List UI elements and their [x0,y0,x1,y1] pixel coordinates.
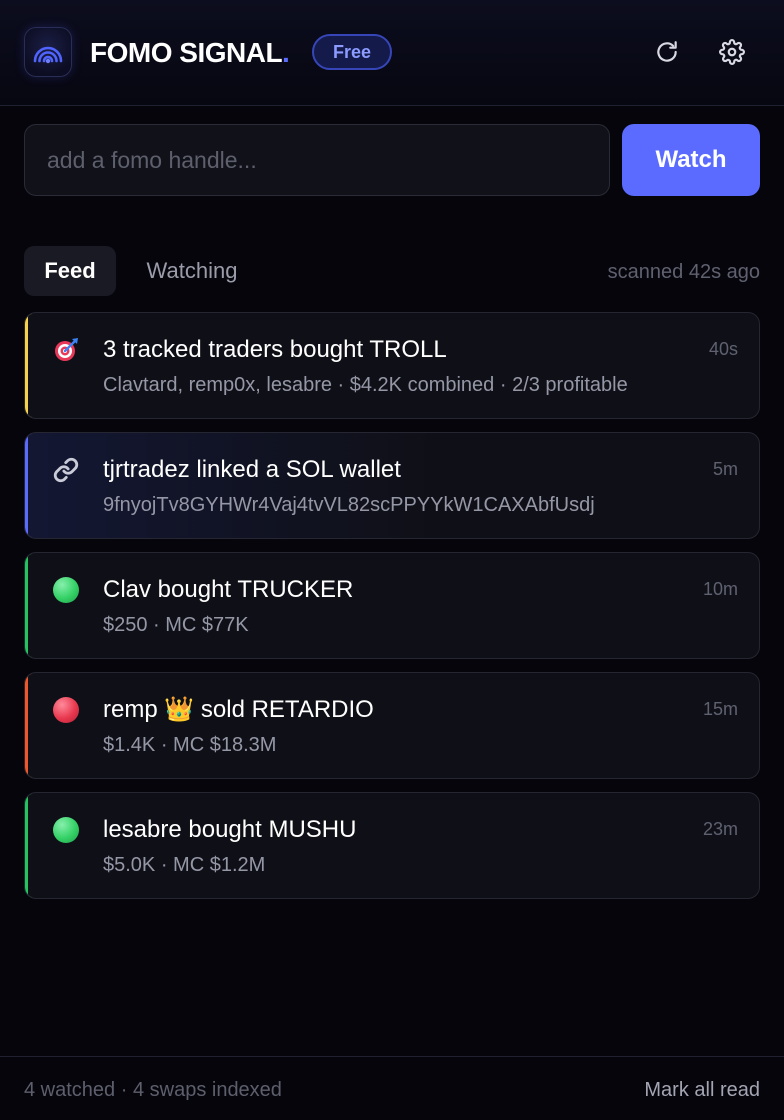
app-logo [24,27,72,77]
feed-item-title: Clav bought TRUCKER [103,576,354,603]
green-circle-icon [53,577,79,603]
feed-item-title: remp 👑 sold RETARDIO [103,696,374,723]
app-footer: 4 watched · 4 swaps indexed Mark all rea… [0,1056,784,1120]
feed-item-time: 15m [702,699,738,719]
feed-item[interactable]: remp 👑 sold RETARDIO $1.4K · MC $18.3M 1… [24,672,760,779]
feed-item[interactable]: lesabre bought MUSHU $5.0K · MC $1.2M 23… [24,792,760,899]
feed-item-time: 23m [702,819,738,839]
plan-badge: Free [312,34,392,70]
tab-watching[interactable]: Watching [126,246,258,296]
target-icon [53,337,79,363]
feed-item-title: 3 tracked traders bought TROLL [103,336,447,363]
accent-stripe [25,553,32,658]
refresh-icon [657,41,677,62]
mark-all-read-link[interactable]: Mark all read [644,1077,760,1103]
feed-item-subtitle: $5.0K · MC $1.2M [103,854,266,876]
green-circle-icon [53,817,79,843]
feed-item-time: 40s [708,339,738,359]
feed-item-title: tjrtradez linked a SOL wallet [103,456,401,483]
watch-button[interactable]: Watch [622,124,760,196]
accent-stripe [25,313,32,418]
feed-item-time: 5m [712,459,738,479]
feed-item[interactable]: Clav bought TRUCKER $250 · MC $77K 10m [24,552,760,659]
feed-item-subtitle: $250 · MC $77K [103,614,249,636]
feed-item[interactable]: 3 tracked traders bought TROLL Clavtard,… [24,312,760,419]
feed-item-subtitle: Clavtard, remp0x, lesabre · $4.2K combin… [103,374,628,396]
feed-item-subtitle: 9fnyojTv8GYHWr4Vaj4tvVL82scPPYYkW1CAXAbf… [103,494,595,516]
app-header: FOMO SIGNAL. Free [0,0,784,106]
settings-button[interactable] [718,38,746,66]
refresh-button[interactable] [653,38,681,66]
feed-item-title: lesabre bought MUSHU [103,816,357,843]
accent-stripe [25,673,32,778]
feed-item-time: 10m [702,579,738,599]
brand-title: FOMO SIGNAL. [90,37,290,68]
link-icon [53,457,79,483]
scan-status: scanned 42s ago [607,261,760,283]
red-circle-icon [53,697,79,723]
accent-stripe [25,433,32,538]
handle-input[interactable] [24,124,610,196]
signal-icon [33,46,63,64]
accent-stripe [25,793,32,898]
tab-feed[interactable]: Feed [24,246,116,296]
feed-item[interactable]: tjrtradez linked a SOL wallet 9fnyojTv8G… [24,432,760,539]
gear-icon [719,39,745,65]
feed-item-subtitle: $1.4K · MC $18.3M [103,734,277,756]
footer-stats: 4 watched · 4 swaps indexed [24,1079,282,1101]
